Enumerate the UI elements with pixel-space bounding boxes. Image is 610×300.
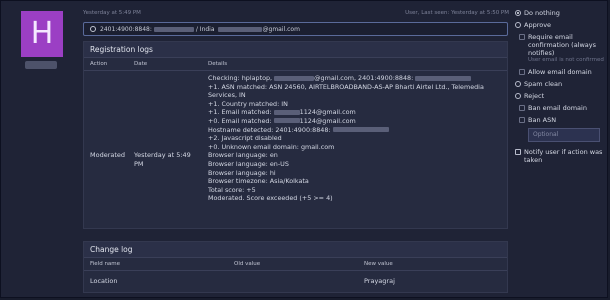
detail-line: Moderated. Score exceeded (+5 >= 4) xyxy=(208,194,333,203)
radio[interactable] xyxy=(515,22,521,28)
email-matched-label: +0. Email matched: xyxy=(208,116,272,125)
username-redacted[interactable] xyxy=(25,61,57,69)
detail-line: Browser language: en-US xyxy=(208,159,289,168)
detail-line: +0. Email matched: 1124@gmail.com xyxy=(208,117,503,126)
ip-location-bar: 2401:4900:8848: / India @gmail.com xyxy=(83,22,508,36)
action-cell: Moderated xyxy=(90,151,126,159)
detail-line: Browser timezone: Asia/Kolkata xyxy=(208,177,309,186)
email-suffix: @gmail.com xyxy=(262,25,300,33)
panel-title: Registration logs xyxy=(84,42,507,58)
redacted xyxy=(274,75,315,81)
detail-line: Browser language: en xyxy=(208,151,278,160)
option-label: Ban email domain xyxy=(528,104,587,112)
detail-line: +2. Javascript disabled xyxy=(208,134,282,143)
option-label: Spam clean xyxy=(524,80,563,88)
detail-line: Browser language: hi xyxy=(208,168,276,177)
detail-line: +1. Email matched: 1124@gmail.com xyxy=(208,108,503,117)
checkbox[interactable] xyxy=(519,105,525,111)
detail-line: +0. Unknown email domain: gmail.com xyxy=(208,142,335,151)
registration-time: Yesterday at 5:49 PM xyxy=(83,10,141,16)
email-matched-label: +1. Email matched: xyxy=(208,108,272,117)
ip-location: / India xyxy=(195,25,215,33)
location-icon xyxy=(90,26,96,32)
panel-title: Change log xyxy=(84,242,507,258)
option-notify-user[interactable]: Notify user if action was taken xyxy=(515,148,605,164)
meta-row: Yesterday at 5:49 PM User, Last seen: Ye… xyxy=(83,10,509,20)
table-header: Field name Old value New value xyxy=(84,258,507,271)
checkbox[interactable] xyxy=(515,149,521,155)
redacted xyxy=(273,109,300,115)
last-seen: User, Last seen: Yesterday at 5:50 PM xyxy=(405,10,509,16)
col-new: New value xyxy=(364,261,393,267)
table-header: Action Date Details xyxy=(84,58,507,71)
moderation-actions: Do nothing Approve Require email confirm… xyxy=(515,9,605,168)
detail-line: Checking: hplaptop, @gmail.com, 2401:490… xyxy=(208,74,503,83)
detail-line: +1. Country matched: IN xyxy=(208,99,288,108)
option-label: Ban ASN xyxy=(528,116,557,124)
radio[interactable] xyxy=(515,93,521,99)
col-action: Action xyxy=(90,61,108,67)
col-date: Date xyxy=(134,61,148,67)
col-details: Details xyxy=(208,61,228,67)
field-cell: Location xyxy=(90,277,118,285)
detail-line: Hostname detected: 2401:4900:8848: xyxy=(208,126,503,135)
email-redacted xyxy=(217,26,262,32)
email-matched-value: 1124@gmail.com xyxy=(299,108,356,117)
hostname-line: Hostname detected: 2401:4900:8848: xyxy=(208,125,331,134)
radio[interactable] xyxy=(515,81,521,87)
option-hint: User email is not confirmed xyxy=(528,57,604,63)
option-label: Approve xyxy=(524,21,552,29)
change-log-panel: Change log Field name Old value New valu… xyxy=(83,241,508,293)
option-reject[interactable]: Reject xyxy=(515,92,605,100)
option-label: Do nothing xyxy=(524,9,560,17)
col-field: Field name xyxy=(90,261,121,267)
option-label: Reject xyxy=(524,92,545,100)
option-label: Notify user if action was taken xyxy=(524,148,603,164)
checking-email: @gmail.com, 2401:4900:8848: xyxy=(314,74,414,82)
radio-selected[interactable] xyxy=(515,10,521,16)
option-allow-email-domain[interactable]: Allow email domain xyxy=(515,68,605,76)
option-do-nothing[interactable]: Do nothing xyxy=(515,9,605,17)
approval-queue-item: H Yesterday at 5:49 PM User, Last seen: … xyxy=(0,0,608,298)
option-ban-asn[interactable]: Ban ASN xyxy=(515,116,605,124)
new-value-cell: Prayagraj xyxy=(364,277,395,285)
redacted xyxy=(332,127,389,133)
checkbox[interactable] xyxy=(519,117,525,123)
reject-reason-input[interactable]: Optional xyxy=(528,128,600,142)
redacted xyxy=(415,75,472,81)
checkbox[interactable] xyxy=(519,69,525,75)
option-require-email[interactable]: Require email confirmation (always notif… xyxy=(515,33,605,64)
option-ban-email-domain[interactable]: Ban email domain xyxy=(515,104,605,112)
table-row: Moderated Yesterday at 5:49 PM Checking:… xyxy=(84,71,507,231)
date-cell: Yesterday at 5:49 PM xyxy=(134,151,191,168)
col-old: Old value xyxy=(234,261,261,267)
detail-line: Total score: +5 xyxy=(208,185,256,194)
details-cell: Checking: hplaptop, @gmail.com, 2401:490… xyxy=(208,74,503,203)
option-approve[interactable]: Approve xyxy=(515,21,605,29)
ip-prefix: 2401:4900:8848: xyxy=(100,25,152,33)
avatar[interactable]: H xyxy=(21,11,63,57)
option-label: Require email confirmation (always notif… xyxy=(528,33,597,57)
option-spam-clean[interactable]: Spam clean xyxy=(515,80,605,88)
ip-redacted xyxy=(153,26,194,32)
checking-prefix: Checking: hplaptop, xyxy=(208,74,273,82)
redacted xyxy=(273,118,300,124)
registration-logs-panel: Registration logs Action Date Details Mo… xyxy=(83,41,508,229)
option-label: Allow email domain xyxy=(528,68,592,76)
detail-line: +1. ASN matched: ASN 24560, AIRTELBROADB… xyxy=(208,82,484,100)
checkbox[interactable] xyxy=(519,34,525,40)
table-row: Location Prayagraj xyxy=(84,271,507,291)
email-matched-value: 1124@gmail.com xyxy=(299,116,356,125)
